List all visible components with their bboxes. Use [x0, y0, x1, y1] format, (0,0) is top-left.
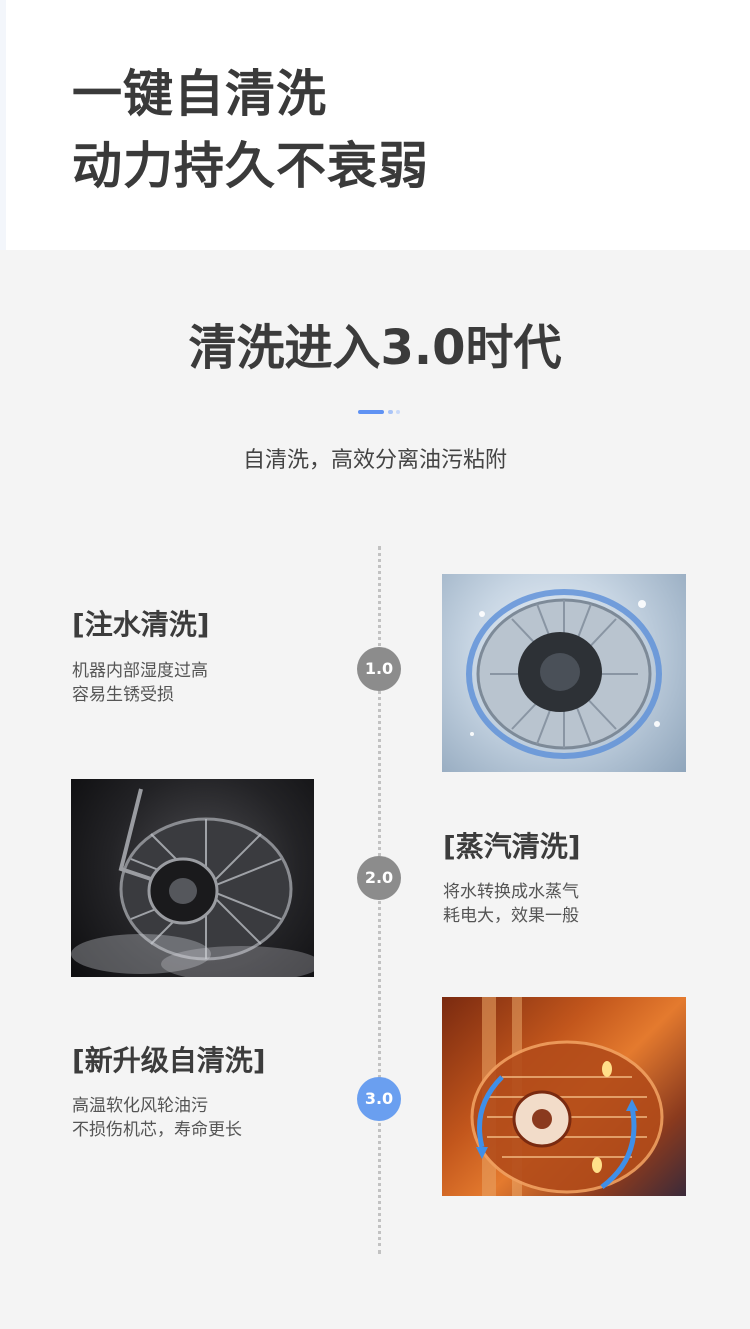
- water-splash-fan-icon: [442, 574, 686, 772]
- stage1-title: [注水清洗]: [72, 608, 210, 641]
- stage3-desc-line2: 不损伤机芯，寿命更长: [72, 1120, 242, 1140]
- stage2-desc-line2: 耗电大，效果一般: [443, 906, 579, 926]
- hero-title-line1: 一键自清洗: [72, 65, 327, 123]
- title-divider: [358, 410, 400, 414]
- stage3-desc-line1: 高温软化风轮油污: [72, 1096, 208, 1116]
- section-title: 清洗进入3.0时代: [188, 320, 562, 376]
- hero-title-line2: 动力持久不衰弱: [72, 137, 429, 195]
- stage1-desc-line1: 机器内部湿度过高: [72, 661, 208, 681]
- heated-fan-icon: [442, 997, 686, 1196]
- stage2-desc-line1: 将水转换成水蒸气: [443, 882, 579, 902]
- hero-banner: [0, 0, 750, 250]
- stage1-desc-line2: 容易生锈受损: [72, 685, 174, 705]
- stage1-badge: 1.0: [357, 647, 401, 691]
- hero-edge: [0, 0, 6, 250]
- stage3-badge: 3.0: [357, 1077, 401, 1121]
- stage2-badge: 2.0: [357, 856, 401, 900]
- steam-fan-icon: [71, 779, 314, 977]
- section-subtitle: 自清洗，高效分离油污粘附: [242, 448, 507, 473]
- stage3-title: [新升级自清洗]: [72, 1044, 266, 1077]
- stage2-title: [蒸汽清洗]: [443, 830, 581, 863]
